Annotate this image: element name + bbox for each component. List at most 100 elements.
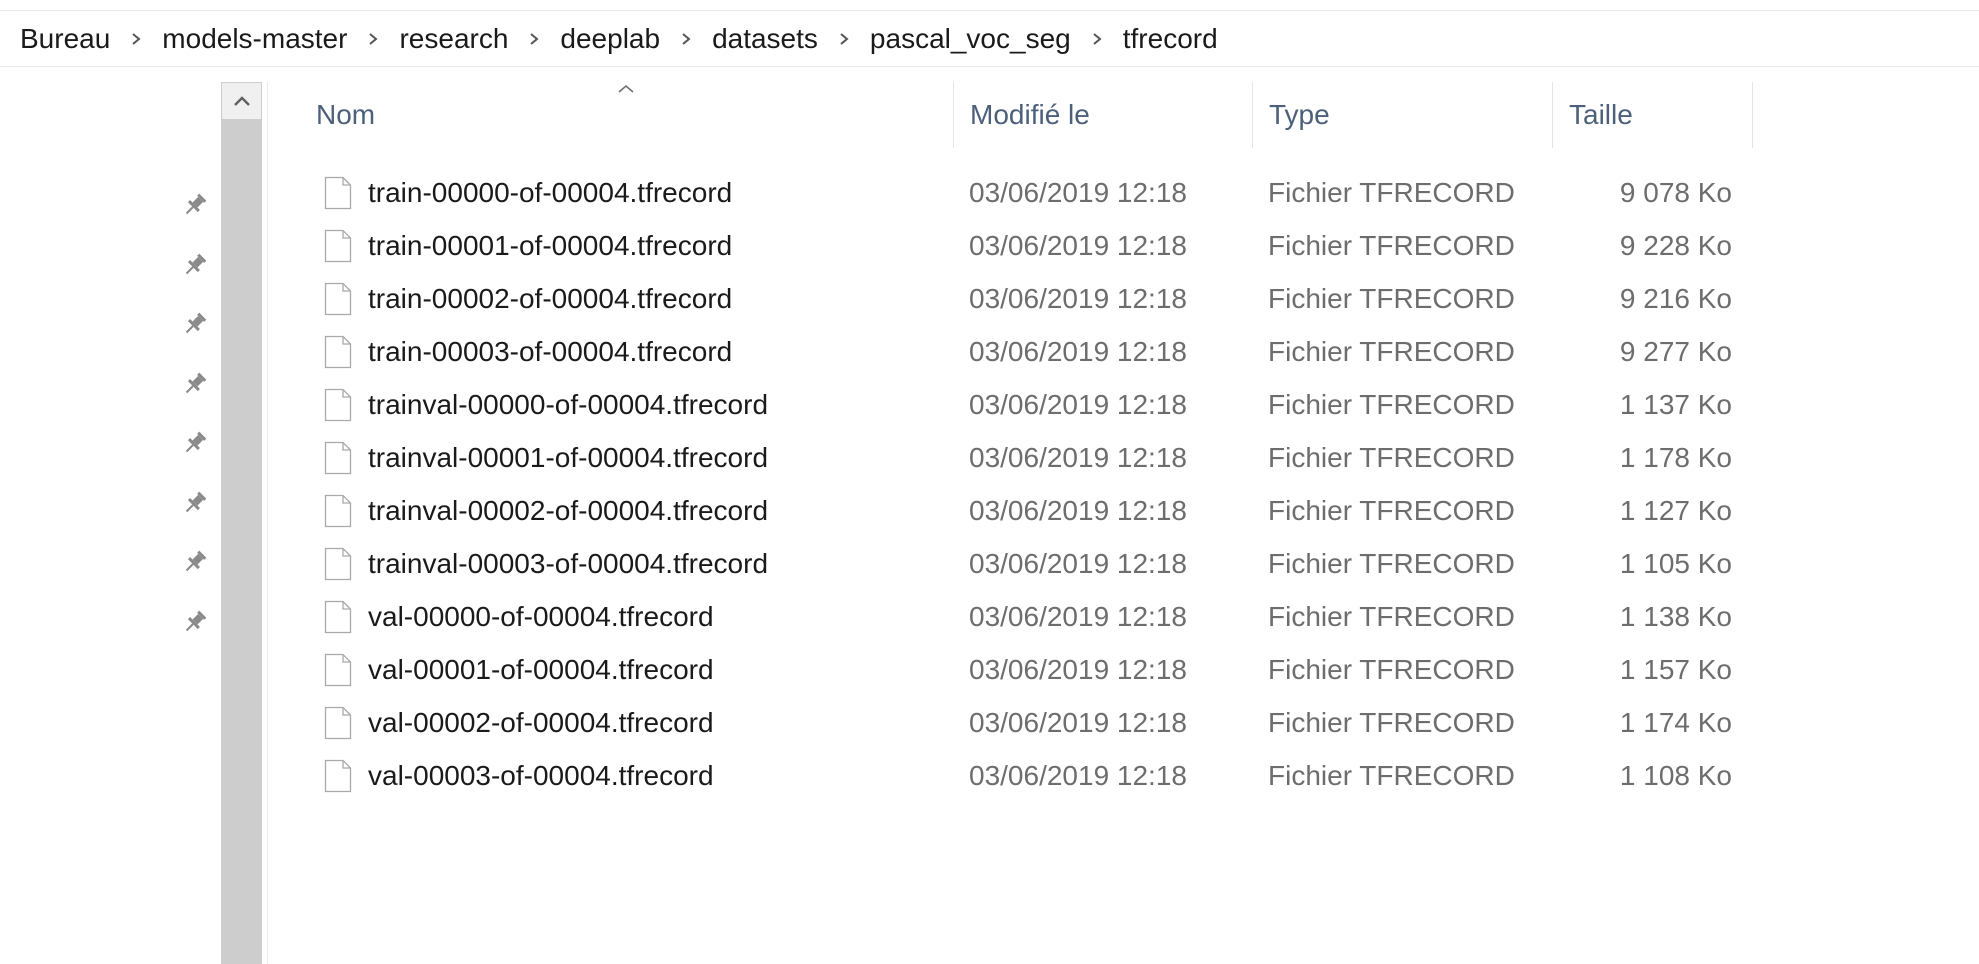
file-type: Fichier TFRECORD xyxy=(1268,335,1515,367)
pin-icon[interactable] xyxy=(180,607,210,637)
file-icon xyxy=(324,229,352,262)
file-name-cell[interactable]: train-00001-of-00004.tfrecord xyxy=(324,219,732,272)
file-modified: 03/06/2019 12:18 xyxy=(969,653,1187,685)
file-name: train-00002-of-00004.tfrecord xyxy=(368,282,733,314)
file-modified: 03/06/2019 12:18 xyxy=(969,388,1187,420)
file-icon xyxy=(324,600,352,633)
column-header-type[interactable]: Type xyxy=(1253,82,1553,148)
pin-icon[interactable] xyxy=(180,428,210,458)
table-row[interactable]: val-00003-of-00004.tfrecord 03/06/2019 12… xyxy=(300,749,1754,802)
file-name-cell[interactable]: trainval-00000-of-00004.tfrecord xyxy=(324,378,768,431)
file-modified: 03/06/2019 12:18 xyxy=(969,176,1187,208)
pin-icon[interactable] xyxy=(180,369,210,399)
pin-icon[interactable] xyxy=(180,190,210,220)
file-size: 1 178 Ko xyxy=(1619,441,1732,473)
table-row[interactable]: val-00002-of-00004.tfrecord 03/06/2019 12… xyxy=(300,696,1754,749)
breadcrumb-item[interactable]: Bureau xyxy=(20,23,110,55)
file-name: trainval-00001-of-00004.tfrecord xyxy=(368,441,769,473)
file-name: val-00001-of-00004.tfrecord xyxy=(368,653,714,685)
file-type: Fichier TFRECORD xyxy=(1268,441,1515,473)
file-modified: 03/06/2019 12:18 xyxy=(969,282,1187,314)
breadcrumb-item[interactable]: deeplab xyxy=(560,23,660,55)
file-type: Fichier TFRECORD xyxy=(1268,600,1515,632)
breadcrumb-item[interactable]: datasets xyxy=(712,23,818,55)
file-type: Fichier TFRECORD xyxy=(1268,176,1515,208)
file-modified: 03/06/2019 12:18 xyxy=(969,600,1187,632)
breadcrumb-item[interactable]: research xyxy=(399,23,508,55)
file-name: trainval-00000-of-00004.tfrecord xyxy=(368,388,769,420)
file-name: trainval-00003-of-00004.tfrecord xyxy=(368,547,769,579)
table-row[interactable]: train-00002-of-00004.tfrecord 03/06/2019 … xyxy=(300,272,1754,325)
file-icon xyxy=(324,335,352,368)
table-row[interactable]: trainval-00001-of-00004.tfrecord 03/06/20… xyxy=(300,431,1754,484)
breadcrumb-separator[interactable] xyxy=(508,32,560,46)
file-size: 1 138 Ko xyxy=(1619,600,1732,632)
file-name: trainval-00002-of-00004.tfrecord xyxy=(368,494,769,526)
table-row[interactable]: val-00001-of-00004.tfrecord 03/06/2019 12… xyxy=(300,643,1754,696)
file-name-cell[interactable]: trainval-00001-of-00004.tfrecord xyxy=(324,431,768,484)
file-name-cell[interactable]: train-00003-of-00004.tfrecord xyxy=(324,325,732,378)
breadcrumb: Bureau models-master research deeplab datase… xyxy=(0,11,1979,67)
breadcrumb-separator[interactable] xyxy=(347,32,399,46)
breadcrumb-separator[interactable] xyxy=(818,32,870,46)
column-header-modified-label: Modifié le xyxy=(970,99,1090,130)
table-row[interactable]: train-00003-of-00004.tfrecord 03/06/2019 … xyxy=(300,325,1754,378)
file-size: 9 228 Ko xyxy=(1619,229,1732,261)
breadcrumb-item[interactable]: pascal_voc_seg xyxy=(870,23,1071,55)
pin-icon[interactable] xyxy=(180,250,210,280)
table-row[interactable]: val-00000-of-00004.tfrecord 03/06/2019 12… xyxy=(300,590,1754,643)
column-header-name[interactable]: Nom xyxy=(300,82,954,148)
chevron-right-icon xyxy=(1093,32,1102,45)
file-name: train-00000-of-00004.tfrecord xyxy=(368,176,733,208)
file-name: train-00003-of-00004.tfrecord xyxy=(368,335,733,367)
table-row[interactable]: train-00001-of-00004.tfrecord 03/06/2019 … xyxy=(300,219,1754,272)
file-name-cell[interactable]: val-00001-of-00004.tfrecord xyxy=(324,643,714,696)
file-size: 1 174 Ko xyxy=(1619,706,1732,738)
chevron-right-icon xyxy=(840,32,849,45)
file-icon xyxy=(324,282,352,315)
file-type: Fichier TFRECORD xyxy=(1268,494,1515,526)
pin-icon[interactable] xyxy=(180,547,210,577)
table-row[interactable]: trainval-00003-of-00004.tfrecord 03/06/20… xyxy=(300,537,1754,590)
vertical-scrollbar[interactable] xyxy=(221,82,262,964)
file-size: 9 216 Ko xyxy=(1619,282,1732,314)
breadcrumb-item[interactable]: models-master xyxy=(162,23,347,55)
pane-divider xyxy=(267,82,268,964)
file-name-cell[interactable]: val-00003-of-00004.tfrecord xyxy=(324,749,714,802)
pin-icon[interactable] xyxy=(180,488,210,518)
table-row[interactable]: trainval-00000-of-00004.tfrecord 03/06/20… xyxy=(300,378,1754,431)
file-name: val-00003-of-00004.tfrecord xyxy=(368,759,714,791)
file-name-cell[interactable]: val-00000-of-00004.tfrecord xyxy=(324,590,714,643)
breadcrumb-separator[interactable] xyxy=(660,32,712,46)
file-modified: 03/06/2019 12:18 xyxy=(969,706,1187,738)
file-modified: 03/06/2019 12:18 xyxy=(969,759,1187,791)
file-icon xyxy=(324,547,352,580)
file-type: Fichier TFRECORD xyxy=(1268,229,1515,261)
table-row[interactable]: train-00000-of-00004.tfrecord 03/06/2019 … xyxy=(300,166,1754,219)
breadcrumb-separator[interactable] xyxy=(110,32,162,46)
file-icon xyxy=(324,441,352,474)
chevron-right-icon xyxy=(132,32,141,45)
file-name-cell[interactable]: train-00002-of-00004.tfrecord xyxy=(324,272,732,325)
file-name: val-00000-of-00004.tfrecord xyxy=(368,600,714,632)
scroll-up-button[interactable] xyxy=(221,82,262,120)
file-name-cell[interactable]: trainval-00002-of-00004.tfrecord xyxy=(324,484,768,537)
file-type: Fichier TFRECORD xyxy=(1268,547,1515,579)
pin-icon[interactable] xyxy=(180,309,210,339)
file-size: 1 127 Ko xyxy=(1619,494,1732,526)
column-header-size[interactable]: Taille xyxy=(1553,82,1753,148)
file-icon xyxy=(324,494,352,527)
file-name-cell[interactable]: train-00000-of-00004.tfrecord xyxy=(324,166,732,219)
breadcrumb-separator[interactable] xyxy=(1071,32,1123,46)
breadcrumb-item[interactable]: tfrecord xyxy=(1123,23,1218,55)
column-header-modified[interactable]: Modifié le xyxy=(954,82,1253,148)
file-name: val-00002-of-00004.tfrecord xyxy=(368,706,714,738)
table-row[interactable]: trainval-00002-of-00004.tfrecord 03/06/20… xyxy=(300,484,1754,537)
column-header-type-label: Type xyxy=(1269,99,1330,130)
file-name-cell[interactable]: trainval-00003-of-00004.tfrecord xyxy=(324,537,768,590)
chevron-right-icon xyxy=(530,32,539,45)
file-size: 9 277 Ko xyxy=(1619,335,1732,367)
file-name-cell[interactable]: val-00002-of-00004.tfrecord xyxy=(324,696,714,749)
file-type: Fichier TFRECORD xyxy=(1268,653,1515,685)
file-icon xyxy=(324,388,352,421)
